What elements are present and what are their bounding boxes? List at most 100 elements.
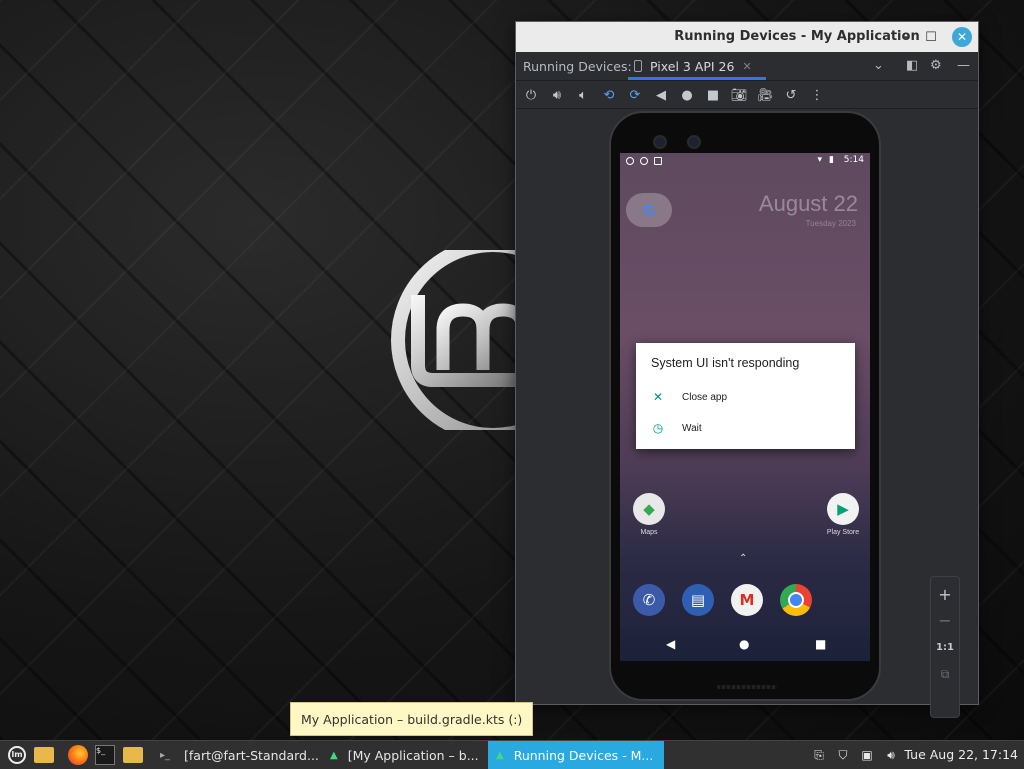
app-label: Maps [640,529,658,536]
app-label: Play Store [826,529,860,536]
nav-home-icon[interactable]: ● [739,637,749,651]
anr-dialog: System UI isn't responding ✕ Close app ◷… [636,343,855,449]
snapshot-icon[interactable]: ↺ [782,86,800,104]
phone-nav-bar: ◀ ● ■ [620,629,870,661]
zoom-in-button[interactable]: + [931,581,959,607]
notification-icon [626,157,634,165]
terminal-icon: ▸_ [160,749,171,761]
mint-menu-button[interactable]: lm [6,744,28,766]
phone-frame: ▾ ▮ 5:14 G August 22 Tuesday 2023 System… [609,111,881,701]
option-label: Close app [682,391,728,403]
clipboard-icon[interactable]: ⎘ [810,746,828,764]
power-icon[interactable]: ⏻ [522,86,540,104]
nemo-launcher[interactable] [123,744,143,766]
firefox-launcher[interactable] [68,744,88,766]
shield-icon[interactable]: ⛉ [834,746,852,764]
task-label: [My Application – b... [347,747,479,763]
option-label: Wait [682,422,702,434]
taskbar-tooltip: My Application – build.gradle.kts (:) [290,702,534,736]
date-widget[interactable]: August 22 [759,191,858,217]
camera-icon[interactable]: 📷︎ [730,86,748,104]
folder-icon [34,747,54,763]
volume-up-icon[interactable]: 🔊︎ [548,86,566,104]
home-icon[interactable]: ● [678,86,696,104]
running-devices-window: Running Devices - My Application – ☐ ✕ R… [515,21,979,718]
more-icon[interactable]: ⋮ [808,86,826,104]
zoom-actual-size-button[interactable]: 1:1 [931,634,959,660]
phone-icon[interactable]: ✆ [633,584,665,616]
notification-icon [640,157,648,165]
emulator-toolbar: ⏻ 🔊︎ 🔈︎ ⟲ ⟳ ◀ ● ■ 📷︎ 🎥︎ ↺ ⋮ [516,81,978,109]
maximize-button[interactable]: ☐ [921,27,941,47]
chevron-down-icon[interactable]: ⌄ [873,58,884,73]
zoom-out-button[interactable]: − [931,607,959,633]
taskbar: lm $_ ▸_ [fart@fart-Standard... ▲ [My Ap… [0,740,1024,769]
task-terminal[interactable]: ▸_ [fart@fart-Standard... [152,741,330,769]
task-label: Running Devices - M... [513,747,654,763]
terminal-icon: $_ [95,745,115,765]
phone-screen[interactable]: ▾ ▮ 5:14 G August 22 Tuesday 2023 System… [620,153,870,661]
phone-status-bar: ▾ ▮ 5:14 [620,153,870,169]
overview-icon[interactable]: ■ [704,86,722,104]
gmail-icon[interactable]: M [731,584,763,616]
running-devices-label: Running Devices: [523,59,632,74]
tab-close-icon[interactable]: ✕ [742,60,751,73]
nav-back-icon[interactable]: ◀ [666,637,675,651]
firefox-icon [68,745,88,765]
status-time: 5:14 [843,155,864,165]
volume-icon[interactable]: 🔊︎ [882,746,900,764]
close-app-option[interactable]: ✕ Close app [636,385,855,409]
active-tab-indicator [628,77,766,80]
zoom-controls: + − 1:1 ⧉ [930,576,960,718]
date-subtitle: Tuesday 2023 [805,219,856,228]
rotate-left-icon[interactable]: ⟲ [600,86,618,104]
layout-icon[interactable]: ◧ [906,58,918,73]
device-viewport: ▾ ▮ 5:14 G August 22 Tuesday 2023 System… [516,109,978,718]
close-button[interactable]: ✕ [952,27,972,47]
google-icon: G [643,201,655,219]
app-drawer-chevron-icon[interactable]: ⌃ [739,553,747,564]
close-icon: ✕ [652,390,664,404]
mint-menu-icon: lm [8,746,26,764]
rotate-right-icon[interactable]: ⟳ [626,86,644,104]
battery-icon: ▮ [829,155,834,165]
nav-overview-icon[interactable]: ■ [815,637,826,651]
phone-dock: ✆ ▤ M [620,573,870,629]
device-tabbar: Running Devices: Pixel 3 API 26 ✕ ⌄ ◧ ⚙ … [516,52,978,81]
volume-down-icon[interactable]: 🔈︎ [574,86,592,104]
maps-icon: ◆ [633,493,665,525]
wifi-icon: ▾ [817,155,822,165]
tab-label: Pixel 3 API 26 [650,58,735,74]
tab-pixel-3-api-26[interactable]: Pixel 3 API 26 ✕ [628,52,758,80]
wait-option[interactable]: ◷ Wait [636,416,855,440]
folder-icon [123,747,143,763]
files-launcher[interactable] [34,744,54,766]
window-titlebar[interactable]: Running Devices - My Application – ☐ ✕ [516,22,978,52]
taskbar-clock[interactable]: Tue Aug 22, 17:14 [904,747,1018,762]
back-icon[interactable]: ◀ [652,86,670,104]
fit-screen-icon[interactable]: ⧉ [931,661,959,687]
dialog-title: System UI isn't responding [651,356,800,370]
task-running-devices[interactable]: ▲ Running Devices - M... [488,741,664,769]
front-camera-icon [687,135,701,149]
android-icon: ▲ [496,749,504,761]
messages-icon[interactable]: ▤ [682,584,714,616]
android-studio-icon: ▲ [330,749,338,761]
sd-card-icon [654,157,662,165]
linux-mint-logo [391,250,528,430]
chrome-icon[interactable] [780,584,812,616]
clock-icon: ◷ [652,421,664,435]
google-search-widget[interactable]: G [626,193,672,227]
app-maps[interactable]: ◆ Maps [624,493,674,536]
speaker-grille [717,685,777,689]
task-android-studio[interactable]: ▲ [My Application – b... [322,741,496,769]
front-camera-icon [653,135,667,149]
terminal-launcher[interactable]: $_ [95,744,115,766]
hide-icon[interactable]: — [957,58,970,73]
device-icon [634,60,642,72]
gear-icon[interactable]: ⚙ [930,58,942,73]
app-play-store[interactable]: ▶ Play Store [818,493,868,536]
record-icon[interactable]: 🎥︎ [756,86,774,104]
minimize-button[interactable]: – [896,27,916,47]
tray-window-icon[interactable]: ▣ [858,746,876,764]
